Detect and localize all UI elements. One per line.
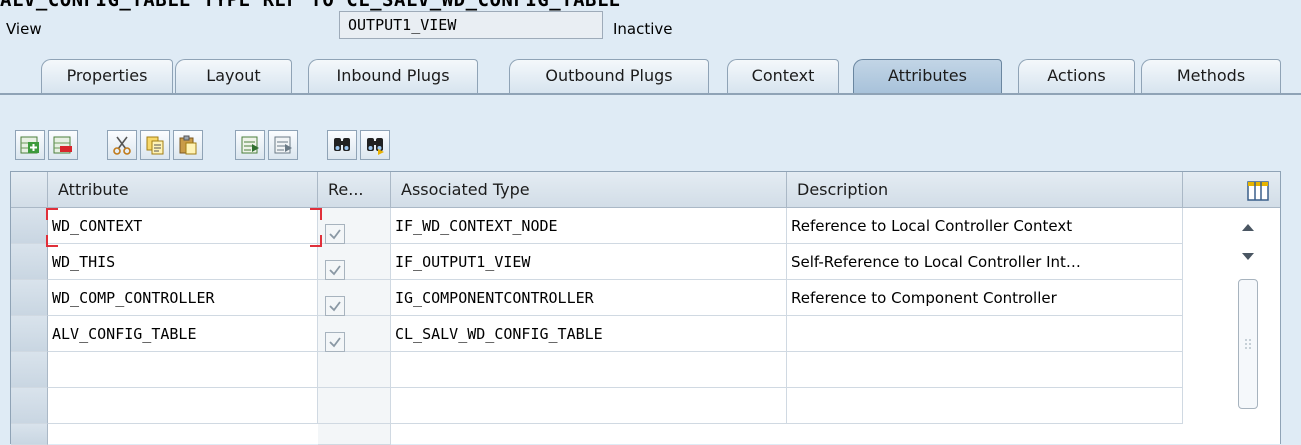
row-selector[interactable] xyxy=(11,208,48,244)
tab-attributes[interactable]: Attributes xyxy=(853,59,1002,93)
tab-label: Layout xyxy=(206,66,261,85)
delete-row-button[interactable] xyxy=(48,130,78,160)
reference-checkbox[interactable] xyxy=(325,296,345,316)
type-cell[interactable]: IF_OUTPUT1_VIEW xyxy=(391,244,787,280)
arrow-up-icon xyxy=(1242,224,1254,231)
type-cell[interactable] xyxy=(391,388,787,424)
cut-icon xyxy=(113,136,131,155)
tab-label: Actions xyxy=(1047,66,1106,85)
row-selector[interactable] xyxy=(11,388,48,424)
column-header-attribute[interactable]: Attribute xyxy=(48,172,318,208)
checkmark-icon xyxy=(329,229,341,240)
tab-outbound-plugs[interactable]: Outbound Plugs xyxy=(509,59,709,93)
row-selector-header[interactable] xyxy=(11,172,48,208)
tab-actions[interactable]: Actions xyxy=(1018,59,1135,93)
checkmark-icon xyxy=(329,301,341,312)
tab-inbound-plugs[interactable]: Inbound Plugs xyxy=(308,59,478,93)
tab-methods[interactable]: Methods xyxy=(1141,59,1281,93)
type-cell[interactable]: CL_SALV_WD_CONFIG_TABLE xyxy=(391,316,787,352)
tab-properties[interactable]: Properties xyxy=(41,59,173,93)
tab-divider xyxy=(0,93,1301,95)
scroll-thumb[interactable] xyxy=(1238,279,1258,409)
column-header-associated-type[interactable]: Associated Type xyxy=(391,172,787,208)
arrow-down-icon xyxy=(1242,253,1254,260)
tab-label: Methods xyxy=(1176,66,1246,85)
attribute-cell[interactable]: WD_CONTEXT xyxy=(48,208,318,244)
tab-context[interactable]: Context xyxy=(727,59,839,93)
description-cell[interactable]: Reference to Local Controller Context xyxy=(787,208,1183,244)
type-cell[interactable]: IF_WD_CONTEXT_NODE xyxy=(391,208,787,244)
description-cell[interactable]: Reference to Component Controller xyxy=(787,280,1183,316)
attribute-cell[interactable] xyxy=(48,352,318,388)
tab-label: Outbound Plugs xyxy=(545,66,673,85)
insert-row-button[interactable] xyxy=(15,130,45,160)
scroll-up-button[interactable] xyxy=(1231,217,1265,237)
attribute-cell[interactable]: WD_THIS xyxy=(48,244,318,280)
description-cell[interactable]: Self-Reference to Local Controller Int… xyxy=(787,244,1183,280)
column-settings-button[interactable] xyxy=(1246,180,1270,202)
reference-checkbox[interactable] xyxy=(325,332,345,352)
view-name-field[interactable]: OUTPUT1_VIEW xyxy=(339,11,603,39)
attribute-cell[interactable]: ALV_CONFIG_TABLE xyxy=(48,316,318,352)
attribute-cell[interactable]: WD_COMP_CONTROLLER xyxy=(48,280,318,316)
paste-icon xyxy=(179,135,197,155)
cell-focus-corner xyxy=(310,235,322,247)
cell-focus-corner xyxy=(46,208,58,220)
tab-label: Attributes xyxy=(888,66,967,85)
description-cell[interactable] xyxy=(787,388,1183,424)
deselect-button[interactable] xyxy=(268,130,298,160)
reference-cell xyxy=(318,424,391,445)
description-cell[interactable] xyxy=(787,316,1183,352)
delete-row-icon xyxy=(53,136,72,154)
view-status: Inactive xyxy=(613,20,673,38)
view-label: View xyxy=(6,20,42,38)
find-next-button[interactable] xyxy=(360,130,390,160)
insert-row-icon xyxy=(20,136,39,154)
cell-focus-corner xyxy=(46,235,58,247)
type-cell[interactable] xyxy=(391,352,787,388)
find-next-icon xyxy=(367,138,384,155)
attribute-cell[interactable] xyxy=(48,388,318,424)
column-header-reference[interactable]: Re... xyxy=(318,172,391,208)
column-settings-icon xyxy=(1247,181,1269,201)
tab-layout[interactable]: Layout xyxy=(175,59,292,93)
deselect-icon xyxy=(274,136,292,154)
description-cell[interactable] xyxy=(787,352,1183,388)
reference-cell xyxy=(318,352,391,388)
row-selector[interactable] xyxy=(11,280,48,316)
cut-button[interactable] xyxy=(107,130,137,160)
attribute-declaration-heading: ALV_CONFIG_TABLE TYPE REF TO CL_SALV_WD_… xyxy=(0,0,621,11)
reference-cell xyxy=(318,388,391,424)
vertical-scrollbar[interactable] xyxy=(1231,207,1265,443)
cell-focus-corner xyxy=(310,208,322,220)
checkmark-icon xyxy=(329,337,341,348)
select-block-icon xyxy=(241,136,259,154)
type-cell[interactable]: IG_COMPONENTCONTROLLER xyxy=(391,280,787,316)
tab-label: Context xyxy=(751,66,815,85)
grip-icon xyxy=(1245,339,1251,349)
row-selector[interactable] xyxy=(11,244,48,280)
reference-checkbox[interactable] xyxy=(325,260,345,280)
row-selector[interactable] xyxy=(11,352,48,388)
find-button[interactable] xyxy=(327,130,357,160)
row-selector[interactable] xyxy=(11,424,48,445)
reference-checkbox[interactable] xyxy=(325,224,345,244)
find-icon xyxy=(334,138,350,151)
tab-label: Inbound Plugs xyxy=(336,66,450,85)
checkmark-icon xyxy=(329,265,341,276)
column-header-description[interactable]: Description xyxy=(787,172,1183,208)
attributes-table: Attribute Re... Associated Type Descript… xyxy=(10,171,1281,445)
row-selector[interactable] xyxy=(11,316,48,352)
tab-strip: Properties Layout Inbound Plugs Outbound… xyxy=(0,55,1301,97)
copy-button[interactable] xyxy=(140,130,170,160)
scroll-down-button[interactable] xyxy=(1231,247,1265,267)
paste-button[interactable] xyxy=(173,130,203,160)
tab-label: Properties xyxy=(66,66,148,85)
select-block-button[interactable] xyxy=(235,130,265,160)
copy-icon xyxy=(146,136,164,155)
